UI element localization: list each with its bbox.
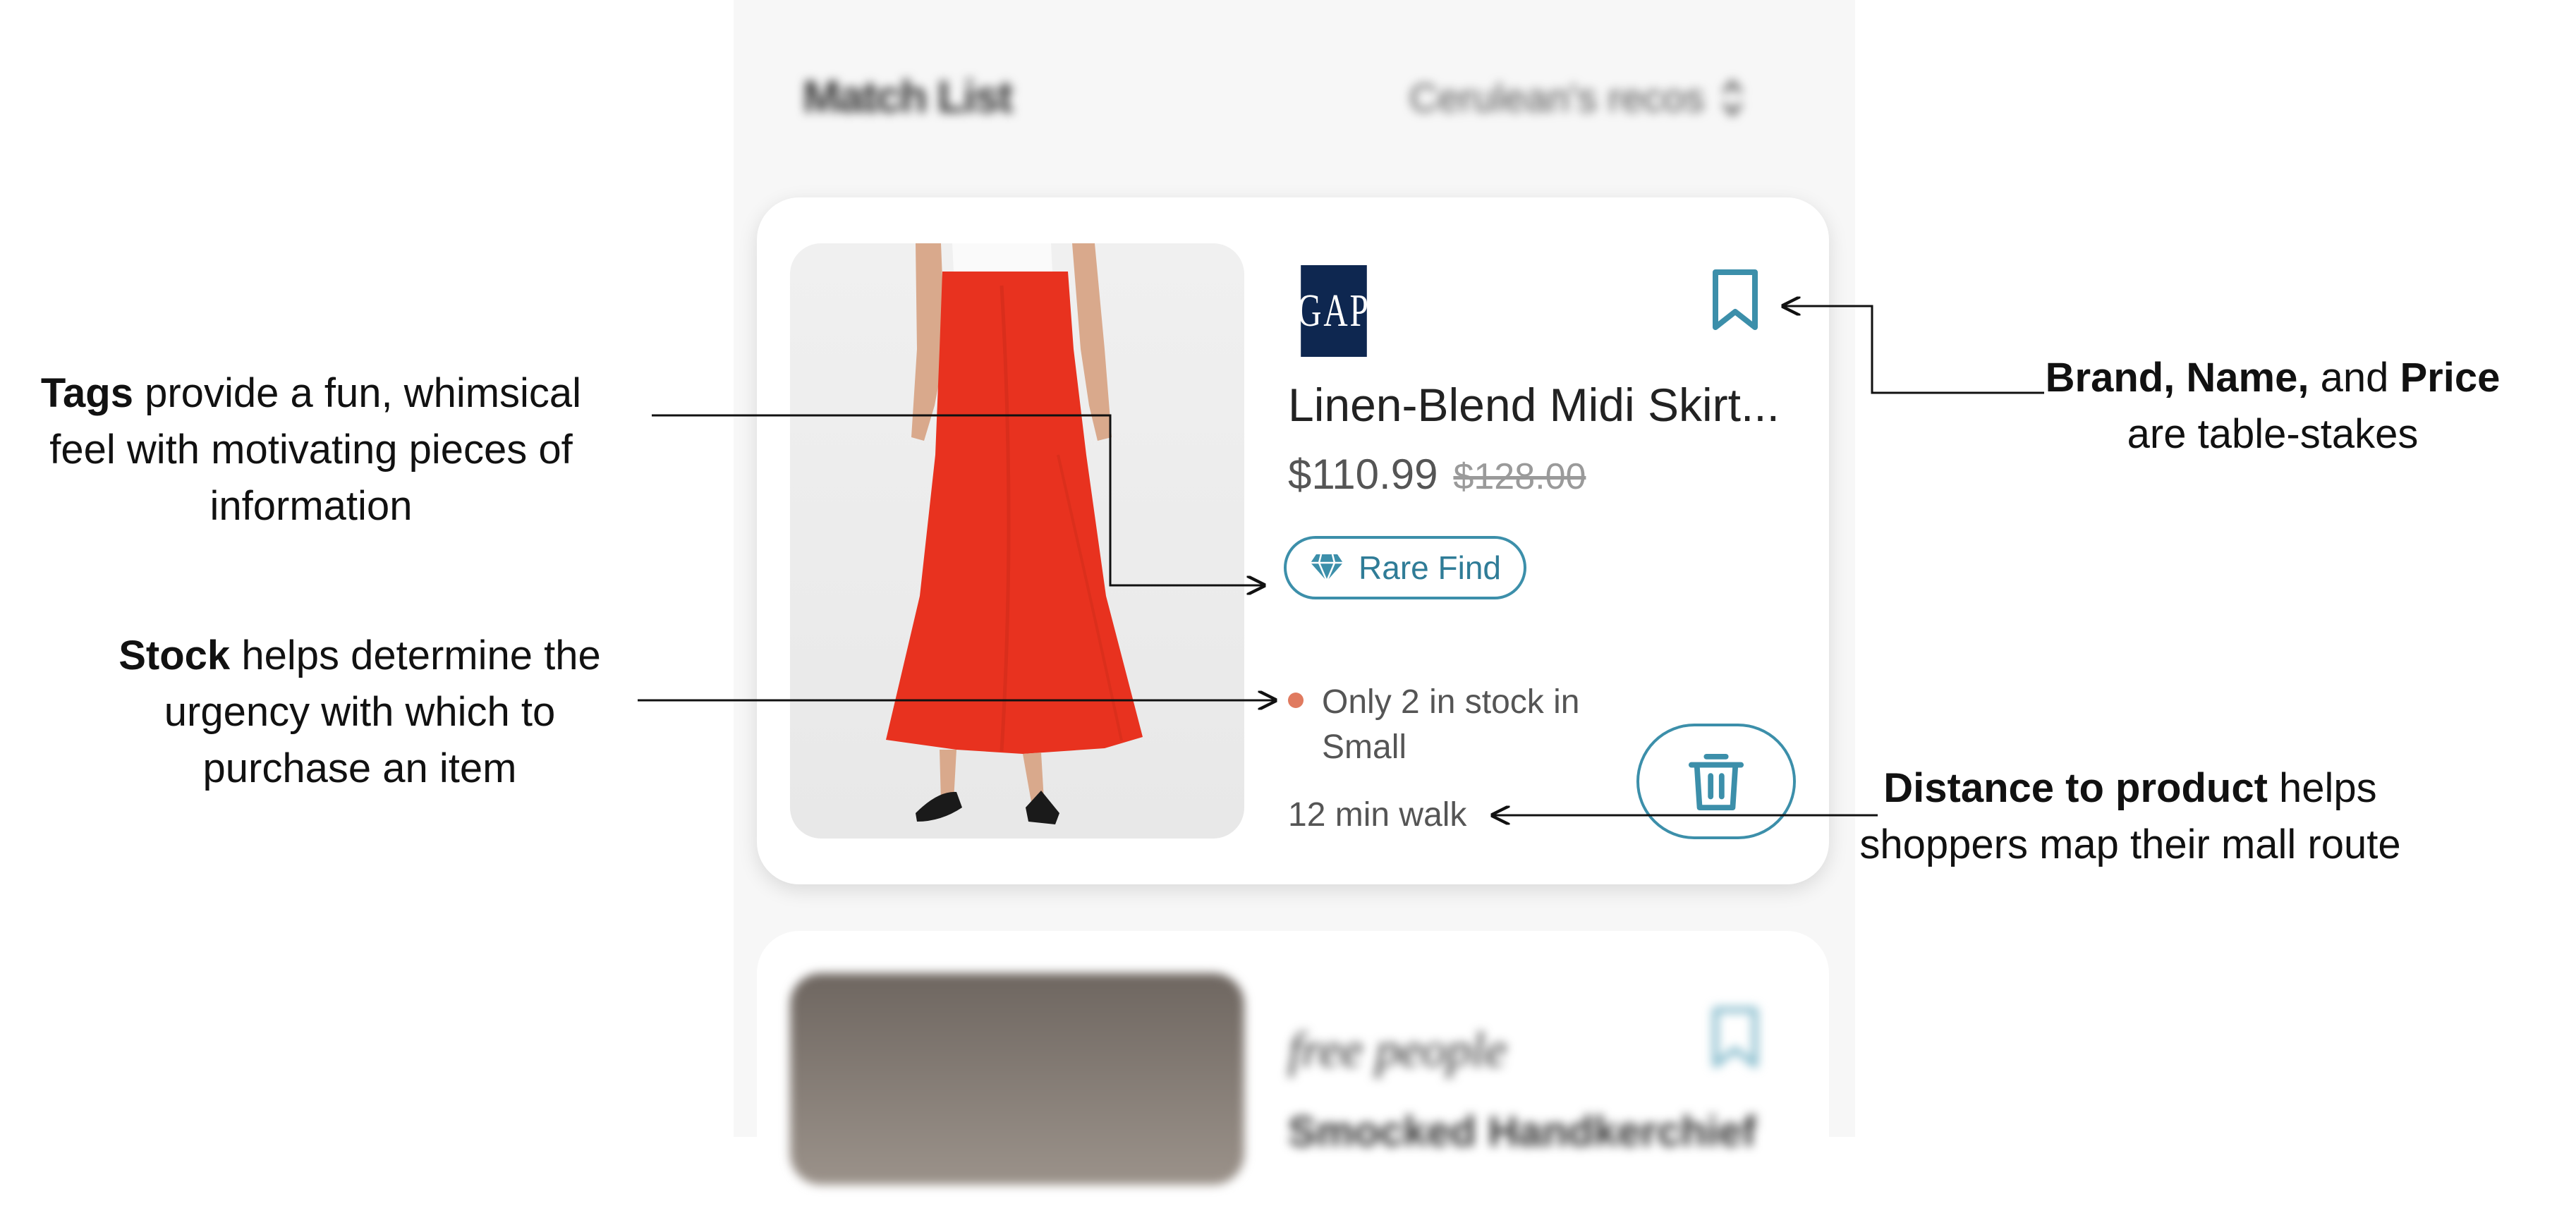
- tags-connector: [652, 414, 1264, 585]
- annotation-brand: Brand, Name, and Price are table-stakes: [2045, 355, 2501, 457]
- annotation-stock: Stock helps determine the urgency with w…: [119, 633, 601, 791]
- annotation-distance: Distance to product helps shoppers map t…: [1859, 765, 2401, 867]
- annotation-connectors: [638, 0, 2044, 1137]
- annotation-tags: Tags provide a fun, whimsical feel with …: [40, 370, 582, 529]
- brand-connector: [1783, 306, 2044, 394]
